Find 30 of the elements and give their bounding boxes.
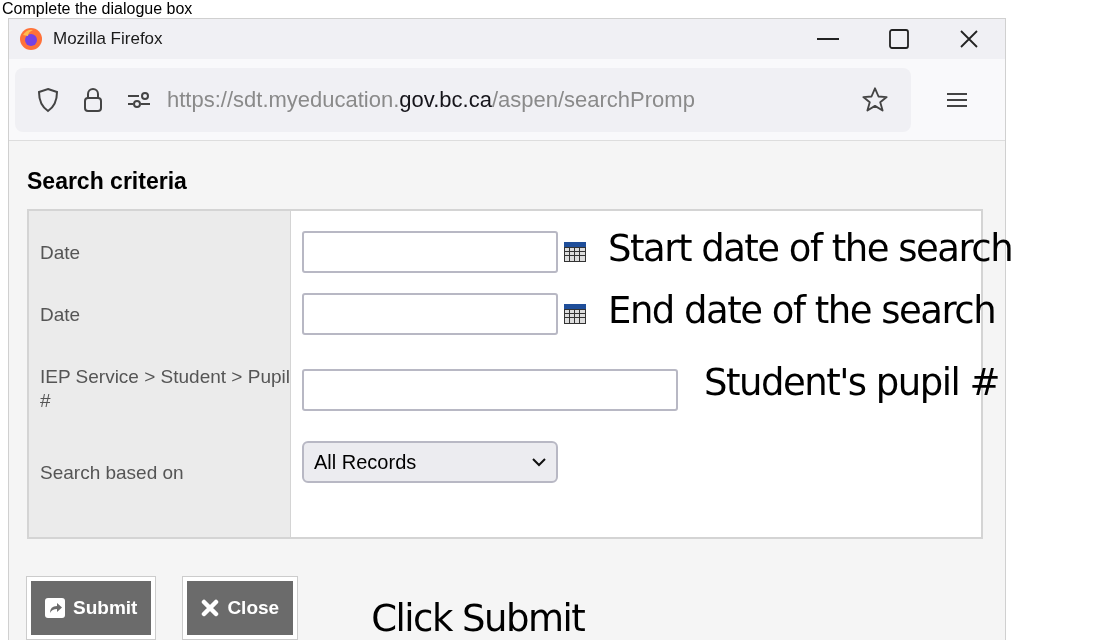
window-title: Mozilla Firefox xyxy=(53,28,163,51)
annotation-text: End date of the search xyxy=(608,288,996,334)
caption-text: Complete the dialogue box xyxy=(1,0,194,18)
maximize-icon[interactable] xyxy=(889,29,909,49)
shield-icon[interactable] xyxy=(37,86,59,113)
annotation-text: Click Submit xyxy=(371,596,585,640)
field-label: IEP Service > Student > Pupil # xyxy=(40,365,290,413)
browser-logo-icon xyxy=(19,27,43,51)
close-button[interactable]: Close xyxy=(183,576,298,639)
annotation-text: Start date of the search xyxy=(608,226,1013,272)
field-label: Date xyxy=(40,303,82,327)
chevron-down-icon xyxy=(532,457,546,467)
close-icon xyxy=(201,598,220,617)
section-heading: Search criteria xyxy=(27,167,188,195)
close-icon[interactable] xyxy=(959,29,979,49)
calendar-icon[interactable] xyxy=(564,242,586,262)
text-field[interactable] xyxy=(302,369,678,411)
submit-button[interactable]: Submit xyxy=(27,576,156,639)
date-field[interactable] xyxy=(302,231,558,273)
date-field[interactable] xyxy=(302,293,558,335)
select-field[interactable]: All Records xyxy=(302,441,558,483)
star-icon[interactable] xyxy=(861,85,889,114)
field-label: Date xyxy=(40,241,82,265)
sliders-icon[interactable] xyxy=(127,91,151,108)
field-label: Search based on xyxy=(40,461,185,485)
menu-icon[interactable] xyxy=(947,91,967,108)
address-bar[interactable]: https://sdt.myeducation.gov.bc.ca/aspen/searchPromp xyxy=(15,67,911,132)
annotation-text: Student's pupil # xyxy=(704,360,1000,406)
calendar-icon[interactable] xyxy=(564,304,586,324)
lock-icon[interactable] xyxy=(83,86,103,113)
